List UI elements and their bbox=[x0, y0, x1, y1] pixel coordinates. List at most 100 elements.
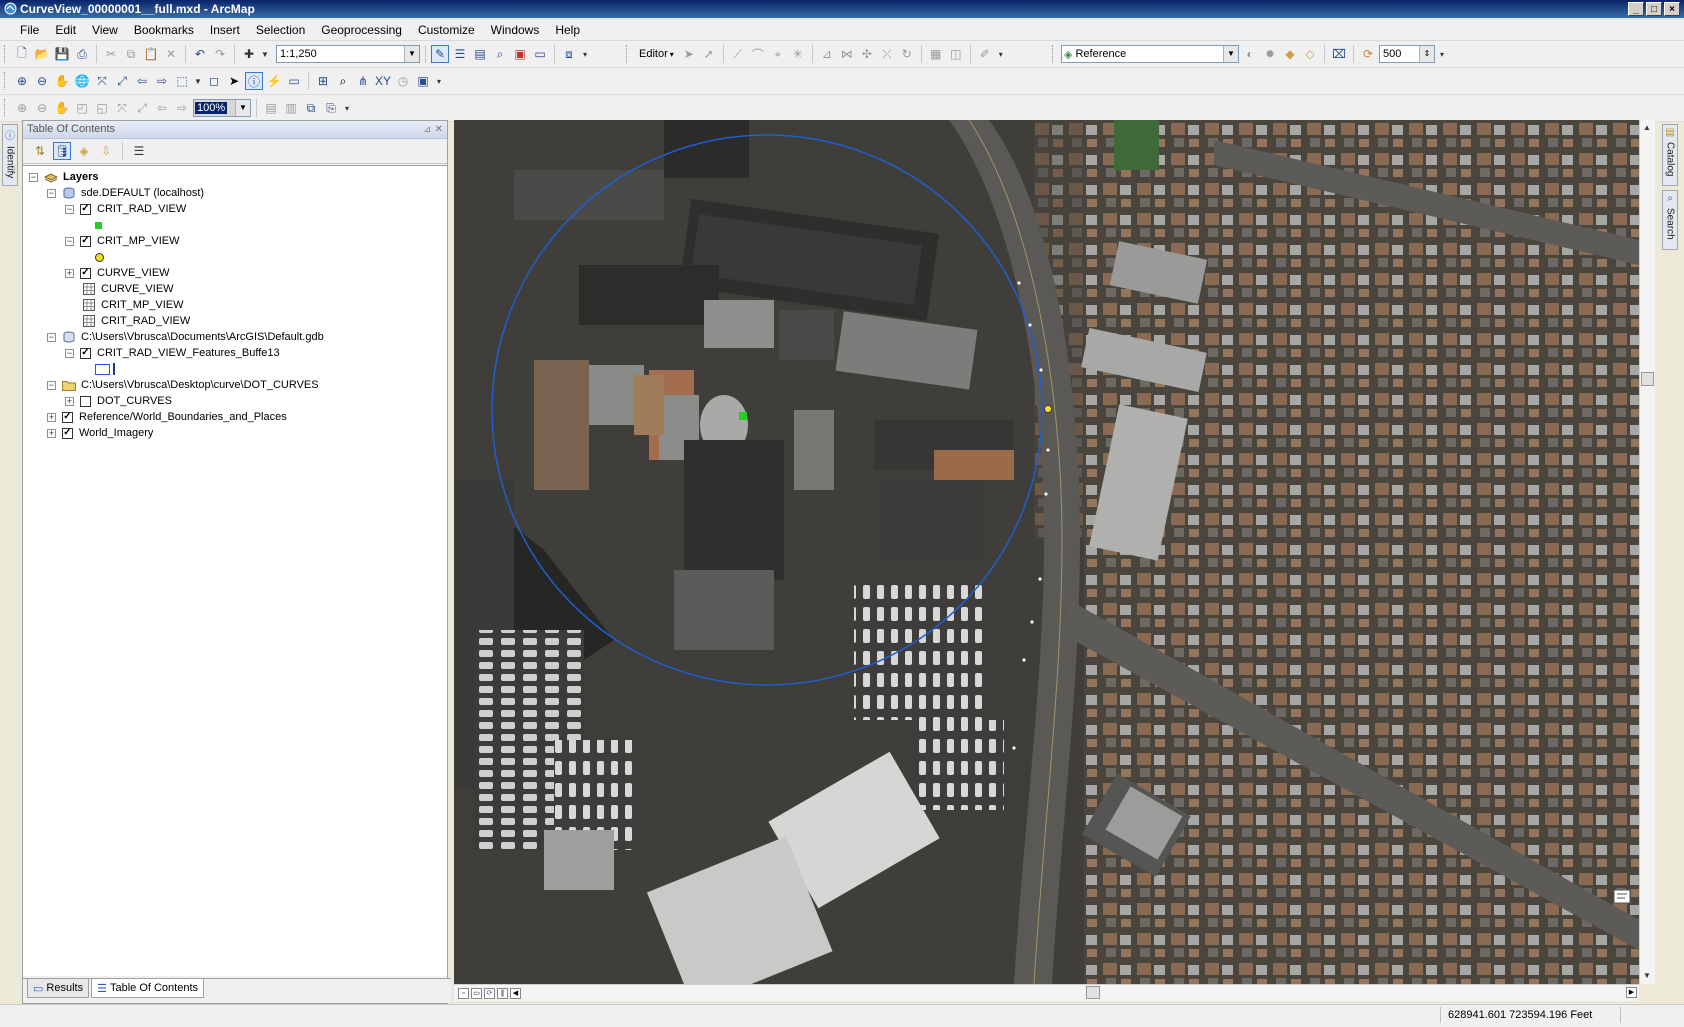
python-window-icon[interactable]: ▭ bbox=[531, 45, 549, 63]
toc-tab[interactable]: ☰ Table Of Contents bbox=[91, 979, 205, 998]
crit-rad-view-table-node[interactable]: CRIT_RAD_VIEW bbox=[83, 313, 190, 329]
cut-polygons-icon[interactable]: ✣ bbox=[858, 45, 876, 63]
add-data-dropdown-icon[interactable]: ▼ bbox=[260, 50, 270, 59]
data-driven-pages-icon[interactable]: ⎘ bbox=[322, 99, 340, 117]
swipe-icon[interactable]: ◇ bbox=[1301, 45, 1319, 63]
maximize-button[interactable]: □ bbox=[1646, 2, 1662, 16]
layout-view-icon[interactable]: ▭ bbox=[471, 987, 482, 999]
close-icon[interactable]: ✕ bbox=[435, 121, 443, 138]
pin-icon[interactable]: ⊿ bbox=[423, 121, 431, 138]
map-scale-combo[interactable]: 1:1,250 ▼ bbox=[276, 45, 420, 63]
collapse-icon[interactable]: − bbox=[65, 236, 74, 246]
layers-node[interactable]: − Layers bbox=[29, 169, 98, 185]
buffer-layer-checkbox[interactable]: ✓ bbox=[80, 347, 91, 359]
pan-icon[interactable]: ✋ bbox=[53, 72, 71, 90]
toolbar-grip[interactable] bbox=[1052, 45, 1056, 63]
toolbar-grip[interactable] bbox=[4, 72, 8, 90]
expand-icon[interactable]: + bbox=[47, 412, 56, 422]
reshape-icon[interactable]: ⋈ bbox=[838, 45, 856, 63]
find-icon[interactable]: ⌕ bbox=[334, 72, 352, 90]
zoom-out-icon[interactable]: ⊖ bbox=[33, 72, 51, 90]
refresh-view-icon[interactable]: ⟳ bbox=[484, 987, 495, 999]
zoom-100-icon[interactable]: ◱ bbox=[93, 99, 111, 117]
dot-curves-node[interactable]: + DOT_CURVES bbox=[65, 393, 172, 409]
attributes-icon[interactable]: ▦ bbox=[927, 45, 945, 63]
search-side-tab[interactable]: ⌕ Search bbox=[1662, 190, 1678, 250]
chevron-down-icon[interactable]: ▼ bbox=[235, 100, 250, 116]
delete-icon[interactable]: ✕ bbox=[162, 45, 180, 63]
toggle-draft-mode-icon[interactable]: ▤ bbox=[262, 99, 280, 117]
add-data-icon[interactable]: ✚ bbox=[240, 45, 258, 63]
toolbar-overflow-icon[interactable]: ▾ bbox=[1437, 50, 1447, 59]
focus-data-frame-icon[interactable]: ▥ bbox=[282, 99, 300, 117]
menu-insert[interactable]: Insert bbox=[202, 23, 248, 37]
list-by-drawing-order-icon[interactable]: ⇅ bbox=[31, 142, 49, 160]
buffer-layer-node[interactable]: − ✓ CRIT_RAD_VIEW_Features_Buffe13 bbox=[65, 345, 280, 361]
map-view[interactable] bbox=[454, 120, 1639, 984]
crit-rad-view-node[interactable]: − ✓ CRIT_RAD_VIEW bbox=[65, 201, 186, 217]
reference-layer-checkbox[interactable]: ✓ bbox=[62, 411, 73, 423]
zoom-percent-combo[interactable]: 100% ▼ bbox=[193, 99, 251, 117]
next-extent-layout-icon[interactable]: ⇨ bbox=[173, 99, 191, 117]
layout-zoom-out-icon[interactable]: ⊖ bbox=[33, 99, 51, 117]
imagery-layer-checkbox[interactable]: ✓ bbox=[62, 427, 73, 439]
point-icon[interactable]: ✳ bbox=[789, 45, 807, 63]
toolbar-grip[interactable] bbox=[626, 45, 630, 63]
identify-side-tab[interactable]: ⓘ Identify bbox=[2, 124, 18, 186]
create-features-icon[interactable]: ✐ bbox=[976, 45, 994, 63]
folder-group-node[interactable]: − C:\Users\Vbrusca\Desktop\curve\DOT_CUR… bbox=[47, 377, 319, 393]
expand-icon[interactable]: + bbox=[65, 396, 74, 406]
modelbuilder-icon[interactable]: ⧈ bbox=[560, 45, 578, 63]
menu-help[interactable]: Help bbox=[547, 23, 588, 37]
collapse-icon[interactable]: − bbox=[47, 380, 56, 390]
data-view-icon[interactable]: ▫ bbox=[458, 987, 469, 999]
redo-icon[interactable]: ↷ bbox=[211, 45, 229, 63]
toolbar-overflow-icon[interactable]: ▾ bbox=[996, 50, 1006, 59]
cut-icon[interactable]: ✂ bbox=[102, 45, 120, 63]
collapse-icon[interactable]: − bbox=[29, 172, 38, 182]
list-by-visibility-icon[interactable]: ◈ bbox=[75, 142, 93, 160]
rotate-icon[interactable]: ↻ bbox=[898, 45, 916, 63]
select-elements-icon[interactable]: ➤ bbox=[225, 72, 243, 90]
toolbar-overflow-icon[interactable]: ▾ bbox=[434, 77, 444, 86]
toolbar-overflow-icon[interactable]: ▾ bbox=[580, 50, 590, 59]
collapse-icon[interactable]: − bbox=[65, 348, 74, 358]
curve-view-table-node[interactable]: CURVE_VIEW bbox=[83, 281, 174, 297]
catalog-side-tab[interactable]: ▤ Catalog bbox=[1662, 124, 1678, 186]
menu-customize[interactable]: Customize bbox=[410, 23, 483, 37]
zoom-whole-page-icon[interactable]: ◰ bbox=[73, 99, 91, 117]
toolbar-grip[interactable] bbox=[4, 45, 8, 63]
html-popup-icon[interactable]: ⚡ bbox=[265, 72, 283, 90]
catalog-window-icon[interactable]: ▤ bbox=[471, 45, 489, 63]
horizontal-scroll-thumb[interactable] bbox=[1086, 986, 1100, 999]
map-tips-icon[interactable] bbox=[1613, 889, 1631, 904]
contrast-icon[interactable]: ◐ bbox=[1241, 45, 1259, 63]
expand-icon[interactable]: + bbox=[47, 428, 56, 438]
toolbar-overflow-icon[interactable]: ▾ bbox=[342, 104, 352, 113]
transparency-icon[interactable]: ◆ bbox=[1281, 45, 1299, 63]
menu-bookmarks[interactable]: Bookmarks bbox=[126, 23, 202, 37]
chevron-down-icon[interactable]: ▼ bbox=[404, 46, 419, 62]
effects-layer-combo[interactable]: ◈ Reference ▼ bbox=[1061, 45, 1239, 63]
fixed-zoom-out-layout-icon[interactable]: ⤢ bbox=[133, 99, 151, 117]
toolbar-grip[interactable] bbox=[4, 99, 8, 117]
curve-view-checkbox[interactable]: ✓ bbox=[80, 267, 91, 279]
menu-view[interactable]: View bbox=[84, 23, 126, 37]
forward-extent-icon[interactable]: ⇨ bbox=[153, 72, 171, 90]
measure-icon[interactable]: ⊞ bbox=[314, 72, 332, 90]
list-by-source-icon[interactable]: 🛢 bbox=[53, 142, 71, 160]
arctoolbox-icon[interactable]: ▣ bbox=[511, 45, 529, 63]
print-icon[interactable]: ⎙ bbox=[73, 45, 91, 63]
close-button[interactable]: × bbox=[1664, 2, 1680, 16]
new-document-icon[interactable]: 🗋 bbox=[13, 45, 31, 63]
spinner-arrows-icon[interactable]: ⇕ bbox=[1419, 46, 1434, 62]
full-extent-icon[interactable]: 🌐 bbox=[73, 72, 91, 90]
vertical-scroll-thumb[interactable] bbox=[1641, 372, 1654, 386]
scroll-right-icon[interactable]: ▶ bbox=[1626, 987, 1637, 998]
scroll-down-icon[interactable]: ▼ bbox=[1640, 968, 1654, 984]
search-window-icon[interactable]: ⌕ bbox=[491, 45, 509, 63]
editor-menu-button[interactable]: Editor ▾ bbox=[635, 48, 678, 60]
identify-icon[interactable]: ⓘ bbox=[245, 72, 263, 90]
sketch-properties-icon[interactable]: ◫ bbox=[947, 45, 965, 63]
edit-tool-icon[interactable]: ➤ bbox=[680, 45, 698, 63]
